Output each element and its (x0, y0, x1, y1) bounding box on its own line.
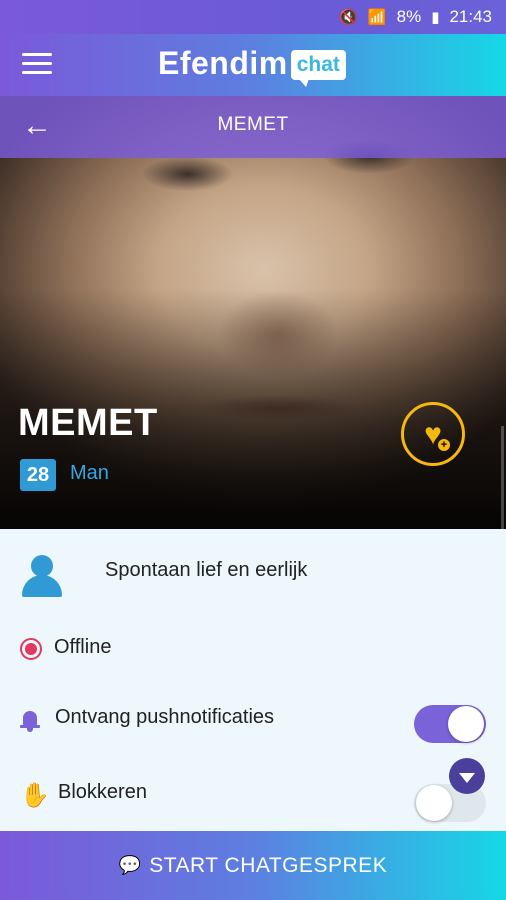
profile-name: MEMET (18, 402, 158, 444)
start-chat-button[interactable]: 💬 START CHATGESPREK (0, 831, 506, 900)
bio-text: Spontaan lief en eerlijk (105, 559, 308, 581)
scroll-down-button[interactable] (449, 758, 485, 794)
battery-percent: 8% (396, 7, 422, 26)
notifications-toggle[interactable] (414, 705, 486, 743)
brand-chat-bubble: chat (290, 50, 346, 87)
notifications-label: Ontvang pushnotificaties (55, 706, 275, 728)
app-bar: Efendim chat (0, 34, 506, 96)
wifi-icon: 📶 (367, 9, 387, 26)
chat-bubbles-icon: 💬 (118, 855, 142, 875)
user-icon (20, 555, 64, 599)
mute-icon: 🔇 (339, 9, 358, 26)
favorite-button[interactable]: ♥ + (401, 402, 465, 466)
profile-details: Spontaan lief en eerlijk Offline Ontvang… (0, 529, 506, 831)
status-text: Offline (54, 636, 112, 658)
page-title: MEMET (217, 114, 289, 135)
gender-label: Man (70, 462, 109, 484)
profile-photo: ← MEMET MEMET 28 Man ♥ + (0, 96, 506, 529)
scrollbar (501, 426, 504, 529)
block-label: Blokkeren (58, 781, 147, 803)
clock: 21:43 (449, 7, 492, 26)
sub-header: ← MEMET (0, 96, 506, 158)
offline-status-icon (20, 638, 42, 660)
brand-logo: Efendim chat (158, 44, 346, 87)
chevron-down-icon (459, 772, 475, 783)
brand-name: Efendim (158, 45, 288, 81)
hamburger-menu-icon[interactable] (22, 53, 52, 77)
hand-stop-icon: ✋ (20, 782, 50, 809)
bell-icon (20, 709, 40, 732)
battery-icon: ▮ (431, 9, 440, 26)
age-badge: 28 (20, 459, 56, 491)
start-chat-label: START CHATGESPREK (149, 853, 388, 877)
status-bar: 🔇 📶 8% ▮ 21:43 (0, 0, 506, 34)
